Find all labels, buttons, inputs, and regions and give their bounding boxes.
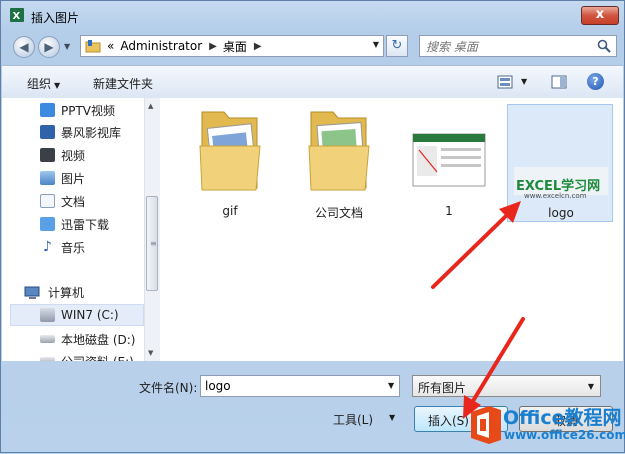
address-bar[interactable]: « Administrator ▶ 桌面 ▶ ▼ [80,35,384,57]
breadcrumb-separator-icon[interactable]: ▶ [254,41,262,52]
breadcrumb-administrator[interactable]: Administrator [120,39,202,53]
office-logo-icon [471,406,501,444]
sidebar-item-drive-c[interactable]: WIN7 (C:) [40,305,119,325]
sidebar-item-label: 音乐 [61,240,86,255]
sidebar-item-videos[interactable]: 视频 [40,145,85,165]
sidebar-item-documents[interactable]: 文档 [40,191,85,211]
sidebar-item-baofeng[interactable]: 暴风影视库 [40,122,121,142]
file-item-1[interactable]: 1 [397,104,501,220]
video-icon [40,148,55,162]
sidebar-item-label: 本地磁盘 (D:) [61,332,136,347]
search-box[interactable] [419,35,617,57]
organize-label: 组织 [27,77,52,91]
chevron-down-icon: ▼ [54,81,61,90]
filename-label: 文件名(N): [139,381,198,395]
documents-icon [40,194,55,208]
watermark-url: www.office26.com [504,428,625,442]
view-dropdown-icon[interactable]: ▼ [521,77,527,86]
sidebar-item-pptv[interactable]: PPTV视频 [40,100,115,120]
folder-icon [85,40,101,53]
sidebar-item-label: 图片 [61,171,86,186]
sidebar-item-label: 视频 [61,148,86,163]
sidebar-item-pictures[interactable]: 图片 [40,168,85,188]
sidebar-item-music[interactable]: ♪ 音乐 [40,237,85,257]
file-item-logo[interactable]: EXCEL学习网 www.excelcn.com logo [507,104,613,222]
file-label: 公司文档 [314,206,363,220]
forward-button[interactable]: ▶ [38,36,60,58]
filename-input[interactable] [200,375,400,397]
back-button[interactable]: ◀ [13,36,35,58]
video-library-icon [40,125,55,139]
excel-app-icon: X [10,8,24,22]
drive-icon [40,357,55,361]
file-label: gif [222,204,238,218]
sidebar-item-xunlei[interactable]: 迅雷下载 [40,214,109,234]
file-type-select[interactable]: 所有图片 ▼ [412,375,601,397]
office26-watermark: Office教程网 www.office26.com [462,401,625,454]
download-icon [40,217,55,231]
sidebar-item-drive-e[interactable]: 公司资料 (E:) [40,351,134,361]
system-drive-icon [40,308,55,322]
sidebar-item-label: 计算机 [48,286,85,300]
sidebar-item-label: 迅雷下载 [61,217,110,232]
pictures-icon [40,171,55,185]
recent-locations-dropdown[interactable]: ▼ [64,42,70,51]
svg-text:X: X [13,11,21,22]
file-type-value: 所有图片 [418,381,467,395]
filename-dropdown-icon[interactable]: ▼ [388,381,394,390]
file-list-pane: gif 公司文档 1 EXCEL学习网 www.excelcn.com logo [160,98,623,361]
search-icon[interactable] [597,39,611,53]
breadcrumb-separator-icon[interactable]: ▶ [209,41,217,52]
file-item-gif[interactable]: gif [178,104,282,220]
preview-pane-icon[interactable] [551,75,567,89]
watermark-brand: Office教程网 [503,407,622,429]
breadcrumb-desktop[interactable]: 桌面 [223,38,247,55]
navigation-scrollbar[interactable]: ▲ ≡ ▼ [144,98,160,361]
help-icon[interactable]: ? [587,73,604,90]
chevron-down-icon: ▼ [389,413,396,422]
new-folder-button[interactable]: 新建文件夹 [93,75,153,92]
file-label: 1 [445,204,453,218]
image-thumbnail [412,133,486,187]
logo-thumbnail-url: www.excelcn.com [524,192,587,200]
file-item-company-docs[interactable]: 公司文档 [287,104,391,220]
address-dropdown-icon[interactable]: ▼ [373,40,379,49]
sidebar-item-label: WIN7 (C:) [61,308,119,322]
insert-picture-dialog: X 插入图片 x ◀ ▶ ▼ « Administrator ▶ 桌面 ▶ ▼ … [0,0,625,453]
organize-button[interactable]: 组织 ▼ [27,75,60,92]
search-input[interactable] [424,38,598,56]
scroll-down-icon[interactable]: ▼ [148,349,153,357]
sidebar-item-label: 公司资料 (E:) [61,353,134,362]
address-overflow[interactable]: « [107,39,114,53]
pptv-icon [40,103,55,117]
computer-icon [24,286,40,299]
folder-icon [308,111,370,191]
music-icon: ♪ [43,239,52,255]
sidebar-item-drive-d[interactable]: 本地磁盘 (D:) [40,329,135,349]
scrollbar-thumb[interactable]: ≡ [146,196,158,291]
file-label: logo [548,206,574,220]
navigation-pane: PPTV视频 暴风影视库 视频 图片 文档 迅雷下载 ♪ 音乐 计算机 WIN7… [2,98,160,361]
tools-button[interactable]: 工具(L) ▼ [333,411,395,428]
command-toolbar: 组织 ▼ 新建文件夹 ▼ ? [2,65,623,99]
folder-icon [199,111,261,191]
title-bar[interactable]: X 插入图片 x [1,1,624,29]
refresh-button[interactable]: ↻ [386,35,408,57]
drive-icon [40,335,55,343]
chevron-down-icon: ▼ [587,382,594,391]
window-title: 插入图片 [31,11,80,25]
sidebar-item-computer[interactable]: 计算机 [24,284,84,301]
tools-label: 工具(L) [333,413,374,427]
scroll-up-icon[interactable]: ▲ [148,102,153,110]
view-options-icon[interactable] [497,75,513,89]
sidebar-item-label: PPTV视频 [61,103,116,118]
close-button[interactable]: x [581,6,619,25]
sidebar-item-label: 暴风影视库 [61,125,122,140]
sidebar-item-label: 文档 [61,194,86,209]
